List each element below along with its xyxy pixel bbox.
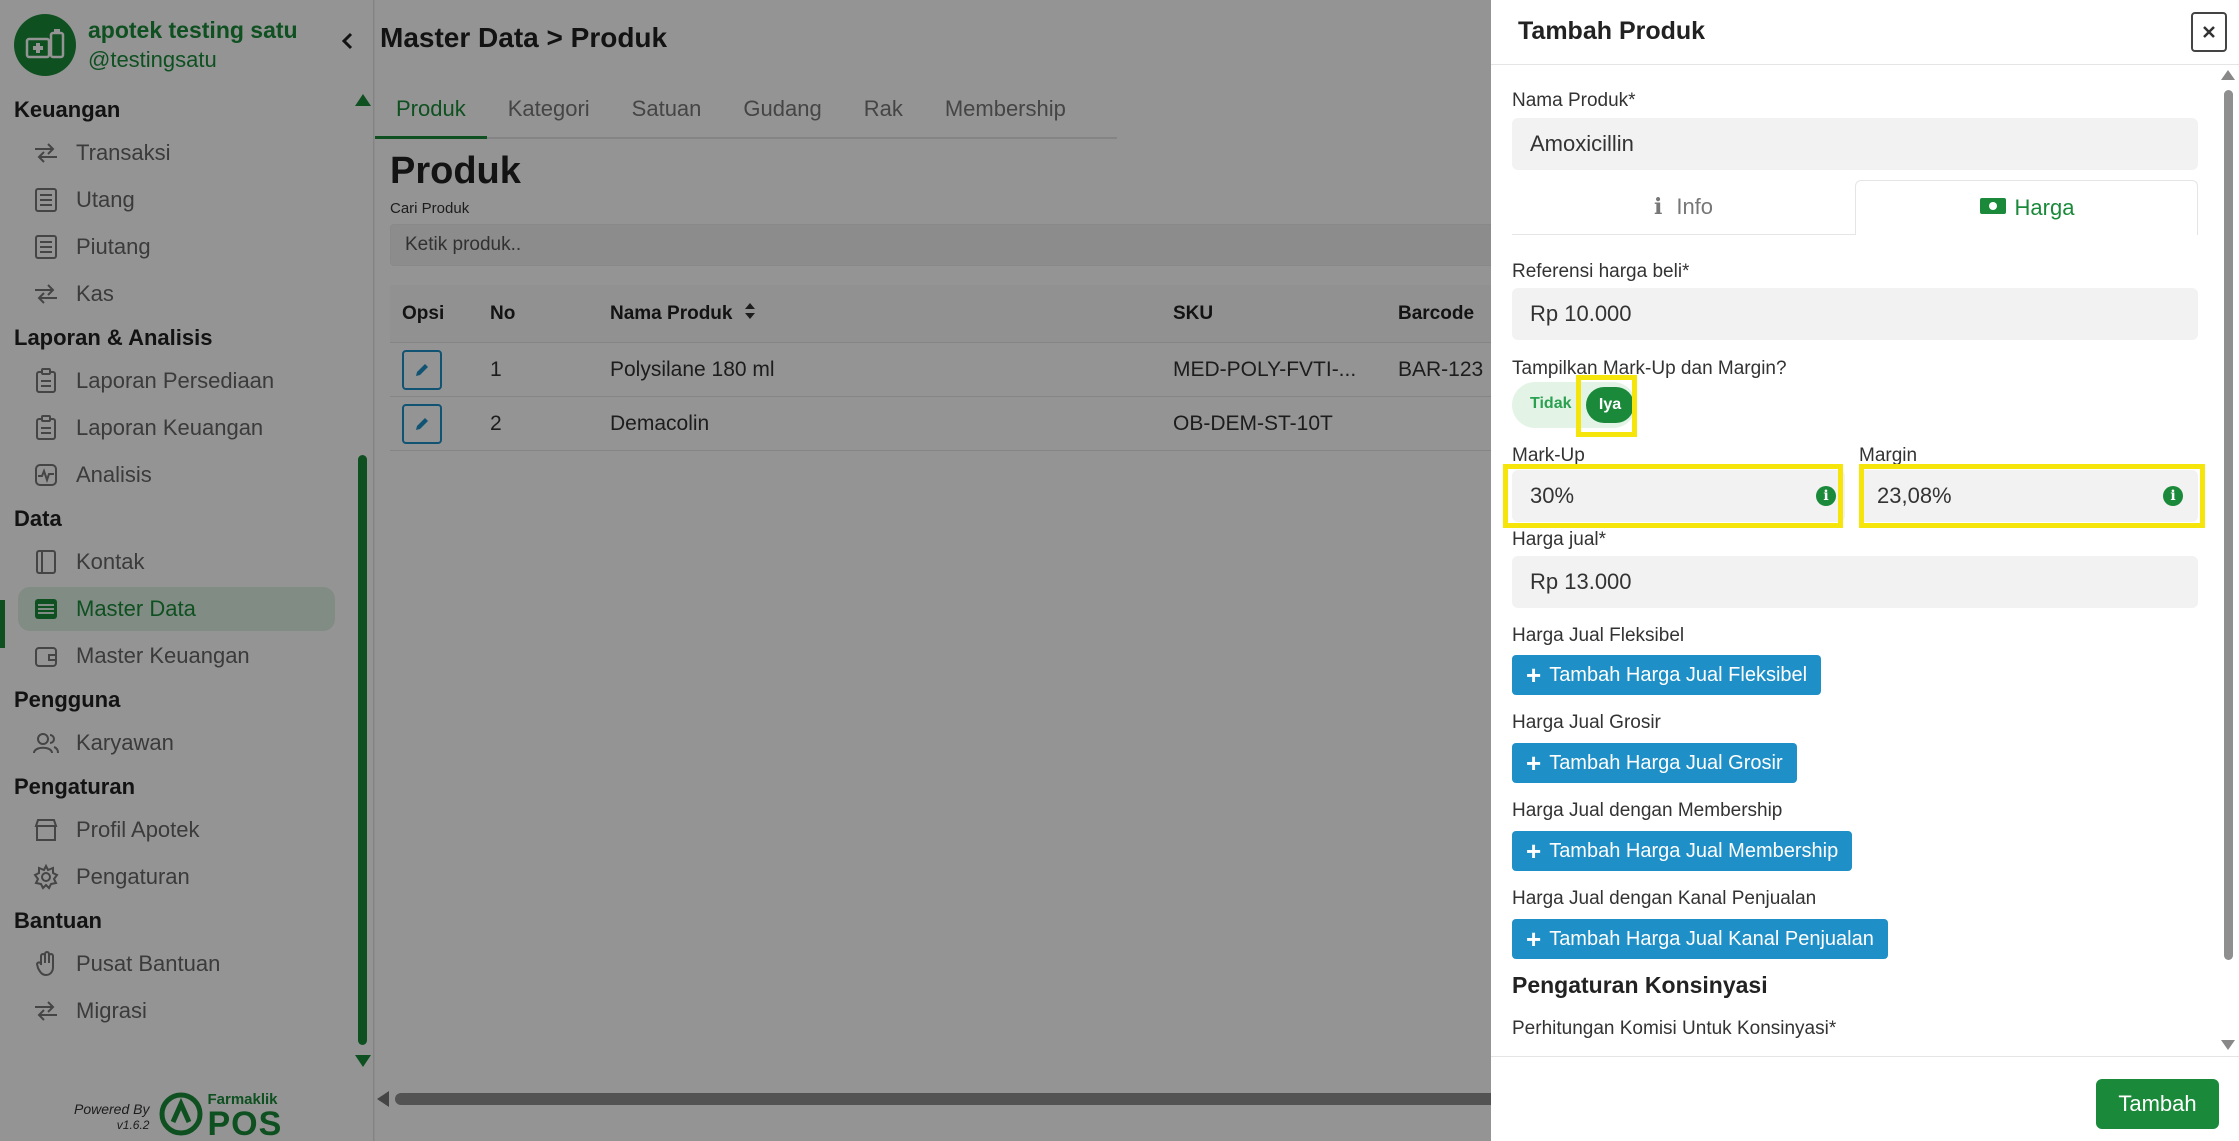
close-icon: [2203, 26, 2215, 38]
tab-harga-label: Harga: [2014, 195, 2075, 220]
ref-harga-beli-input[interactable]: Rp 10.000: [1512, 288, 2198, 340]
add-membership-price-button[interactable]: + Tambah Harga Jual Membership: [1512, 831, 1853, 871]
kanal-label: Harga Jual dengan Kanal Penjualan: [1512, 888, 1817, 909]
tab-info-label: Info: [1676, 194, 1714, 219]
membership-label: Harga Jual dengan Membership: [1512, 800, 1783, 821]
toggle-tidak[interactable]: Tidak: [1530, 395, 1572, 413]
button-label: Tambah Harga Jual Membership: [1549, 839, 1839, 862]
add-product-drawer: Tambah Produk Nama Produk* Amoxicillin i…: [1491, 0, 2239, 1141]
button-label: Tambah Harga Jual Kanal Penjualan: [1549, 927, 1874, 950]
button-label: Tambah Harga Jual Grosir: [1549, 751, 1783, 774]
add-channel-price-button[interactable]: + Tambah Harga Jual Kanal Penjualan: [1512, 919, 1888, 959]
drawer-footer: Tambah: [1491, 1056, 2239, 1141]
nama-produk-label: Nama Produk*: [1512, 90, 1636, 111]
button-label: Tambah Harga Jual Fleksibel: [1549, 663, 1808, 686]
submit-button[interactable]: Tambah: [2096, 1079, 2219, 1129]
drawer-scrollbar[interactable]: [2224, 90, 2233, 960]
highlight-box: [1503, 464, 1843, 528]
tab-harga[interactable]: Harga: [1855, 180, 2198, 235]
plus-icon: +: [1526, 748, 1542, 778]
add-wholesale-price-button[interactable]: + Tambah Harga Jual Grosir: [1512, 743, 1797, 783]
plus-icon: +: [1526, 660, 1542, 690]
drawer-header: Tambah Produk: [1491, 0, 2239, 65]
harga-jual-input[interactable]: Rp 13.000: [1512, 556, 2198, 608]
close-button[interactable]: [2191, 12, 2227, 52]
highlight-box: [1576, 375, 1637, 437]
nama-produk-input[interactable]: Amoxicillin: [1512, 118, 2198, 170]
konsinyasi-title: Pengaturan Konsinyasi: [1512, 972, 1768, 998]
tab-info[interactable]: i Info: [1512, 180, 1855, 235]
add-flexible-price-button[interactable]: + Tambah Harga Jual Fleksibel: [1512, 655, 1822, 695]
form-tabs: i Info Harga: [1512, 180, 2198, 235]
plus-icon: +: [1526, 836, 1542, 866]
scroll-down-arrow-icon[interactable]: [2221, 1040, 2235, 1050]
grosir-label: Harga Jual Grosir: [1512, 712, 1661, 733]
harga-jual-label: Harga jual*: [1512, 529, 1606, 550]
plus-icon: +: [1526, 924, 1542, 954]
drawer-title: Tambah Produk: [1518, 17, 1706, 45]
komisi-label: Perhitungan Komisi Untuk Konsinyasi*: [1512, 1018, 1837, 1039]
scroll-up-arrow-icon[interactable]: [2221, 70, 2235, 80]
fleksibel-label: Harga Jual Fleksibel: [1512, 625, 1685, 646]
info-icon: i: [1653, 194, 1663, 220]
money-icon: [1979, 195, 2007, 221]
highlight-box: [1859, 464, 2205, 528]
ref-harga-beli-label: Referensi harga beli*: [1512, 261, 1690, 282]
show-markup-label: Tampilkan Mark-Up dan Margin?: [1512, 358, 1787, 379]
